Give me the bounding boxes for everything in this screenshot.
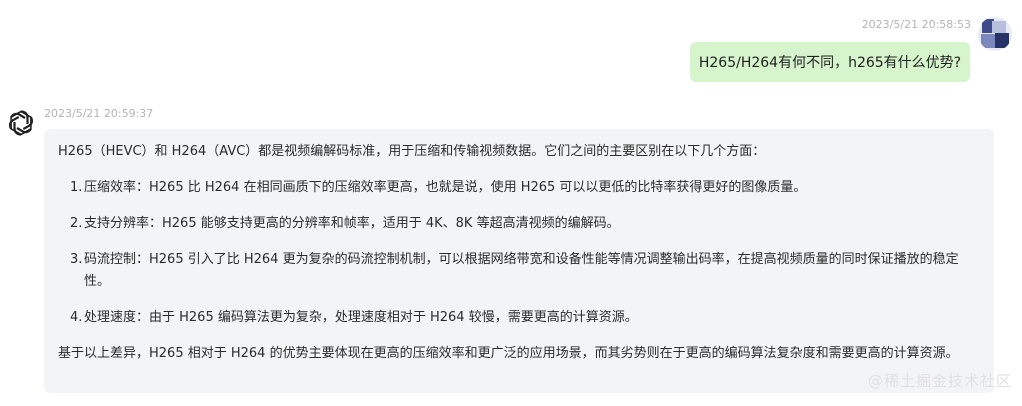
user-message-bubble: H265/H264有何不同，h265有什么优势? bbox=[690, 42, 970, 82]
assistant-answer-list: 1. 压缩效率：H265 比 H264 在相同画质下的压缩效率更高，也就是说，使… bbox=[58, 177, 980, 329]
assistant-message-bubble: H265（HEVC）和 H264（AVC）都是视频编解码标准，用于压缩和传输视频… bbox=[44, 129, 994, 393]
assistant-message-timestamp: 2023/5/21 20:59:37 bbox=[44, 107, 154, 120]
list-item: 2. 支持分辨率：H265 能够支持更高的分辨率和帧率，适用于 4K、8K 等超… bbox=[70, 213, 980, 235]
assistant-intro-text: H265（HEVC）和 H264（AVC）都是视频编解码标准，用于压缩和传输视频… bbox=[58, 144, 766, 159]
watermark: @稀土掘金技术社区 bbox=[867, 372, 1012, 390]
list-item: 3. 码流控制：H265 引入了比 H264 更为复杂的码流控制机制，可以根据网… bbox=[70, 249, 980, 293]
list-item-text: 处理速度：由于 H265 编码算法更为复杂，处理速度相对于 H264 较慢，需要… bbox=[84, 310, 638, 325]
list-item-number: 3. bbox=[70, 252, 83, 267]
user-avatar[interactable] bbox=[978, 17, 1012, 51]
user-message-text: H265/H264有何不同，h265有什么优势? bbox=[698, 55, 962, 71]
assistant-logo-icon bbox=[6, 108, 36, 138]
list-item-number: 4. bbox=[70, 310, 83, 325]
list-item: 4. 处理速度：由于 H265 编码算法更为复杂，处理速度相对于 H264 较慢… bbox=[70, 307, 980, 329]
list-item-text: 码流控制：H265 引入了比 H264 更为复杂的码流控制机制，可以根据网络带宽… bbox=[84, 252, 959, 289]
list-item-number: 2. bbox=[70, 216, 83, 231]
list-item-number: 1. bbox=[70, 180, 83, 195]
user-message-timestamp: 2023/5/21 20:58:53 bbox=[861, 18, 971, 31]
list-item-text: 压缩效率：H265 比 H264 在相同画质下的压缩效率更高，也就是说，使用 H… bbox=[84, 180, 807, 195]
assistant-summary-text: 基于以上差异，H265 相对于 H264 的优势主要体现在更高的压缩效率和更广泛… bbox=[58, 346, 959, 361]
list-item: 1. 压缩效率：H265 比 H264 在相同画质下的压缩效率更高，也就是说，使… bbox=[70, 177, 980, 199]
list-item-text: 支持分辨率：H265 能够支持更高的分辨率和帧率，适用于 4K、8K 等超高清视… bbox=[84, 216, 620, 231]
